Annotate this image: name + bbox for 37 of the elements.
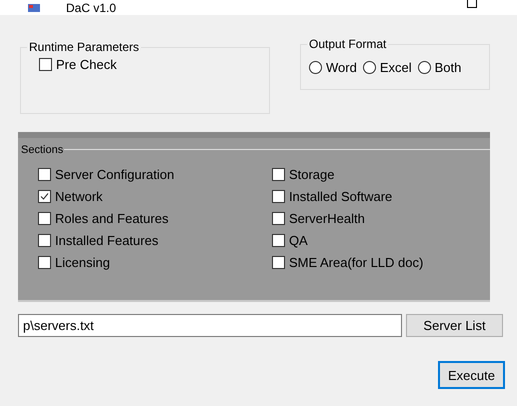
- checkbox[interactable]: [272, 212, 285, 224]
- checkbox[interactable]: [38, 190, 51, 202]
- group-title: Output Format: [308, 37, 388, 51]
- radio-button[interactable]: [418, 60, 431, 74]
- checkbox[interactable]: [272, 168, 285, 180]
- radio-button[interactable]: [362, 60, 376, 74]
- checkbox-label: SME Area(for LLD doc): [288, 254, 424, 270]
- server-list-button[interactable]: Server List: [406, 314, 503, 337]
- checkbox-label: Storage: [288, 166, 334, 182]
- checkbox[interactable]: [39, 58, 52, 70]
- file-path-field[interactable]: p\servers.txt: [18, 314, 402, 337]
- radio-label: Word: [326, 60, 357, 74]
- checkbox-label: ServerHealth: [288, 210, 365, 226]
- checkbox[interactable]: [272, 234, 285, 246]
- checkbox[interactable]: [38, 168, 51, 180]
- radio-label: Both: [434, 60, 462, 74]
- checkbox[interactable]: [38, 212, 51, 224]
- checkbox-label: Licensing: [55, 254, 110, 270]
- radio-button[interactable]: [309, 60, 322, 74]
- checkbox-label: Network: [55, 188, 103, 204]
- checkbox[interactable]: [272, 256, 285, 268]
- radio-label: Excel: [380, 60, 412, 74]
- checkbox-label: Roles and Features: [55, 210, 168, 226]
- checkbox-label: QA: [288, 232, 308, 248]
- group-title: Runtime Parameters: [28, 40, 140, 54]
- checkbox-label: Installed Software: [288, 188, 392, 204]
- checkbox[interactable]: [38, 234, 51, 246]
- window-title: DaC v1.0: [66, 0, 116, 14]
- checkbox-label: Installed Features: [55, 232, 158, 248]
- execute-button[interactable]: Execute: [438, 361, 505, 389]
- panel-title: Sections: [20, 144, 64, 156]
- app-icon: [28, 4, 40, 12]
- checkbox-label: Server Configuration: [55, 166, 174, 182]
- maximize-icon[interactable]: [467, 0, 477, 8]
- checkbox[interactable]: [272, 190, 285, 202]
- checkbox[interactable]: [38, 256, 51, 268]
- checkbox-label: Pre Check: [56, 56, 117, 72]
